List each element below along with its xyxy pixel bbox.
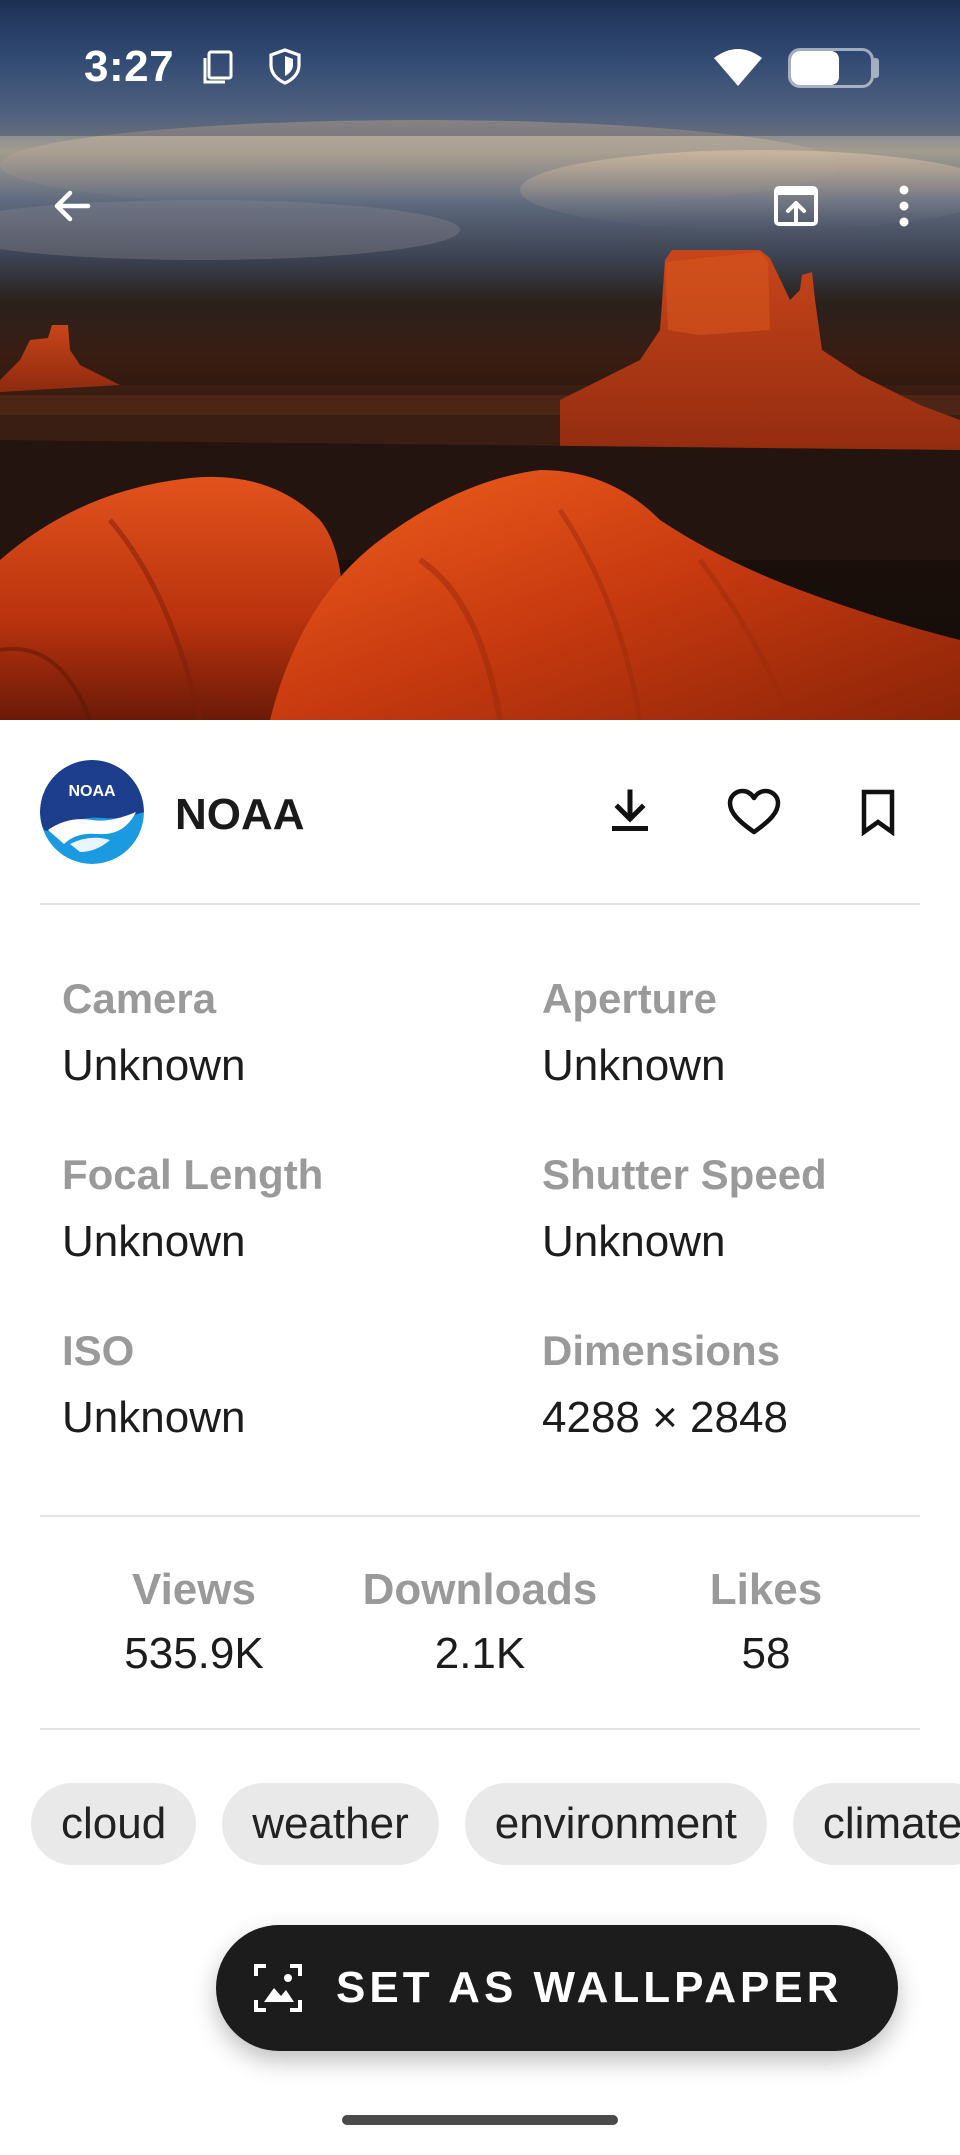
tag-chip[interactable]: cloud bbox=[31, 1783, 197, 1865]
tag-chip[interactable]: climate bbox=[792, 1783, 960, 1865]
exif-label: Camera bbox=[62, 975, 217, 1022]
exif-iso: ISO Unknown bbox=[62, 1327, 482, 1443]
battery-icon bbox=[788, 48, 874, 88]
open-in-browser-icon bbox=[774, 186, 818, 226]
tag-chip[interactable]: weather bbox=[222, 1783, 439, 1865]
stat-label: Downloads bbox=[362, 1565, 598, 1614]
exif-aperture: Aperture Unknown bbox=[542, 975, 960, 1091]
status-bar: 3:27 bbox=[0, 0, 960, 136]
exif-label: Aperture bbox=[542, 975, 718, 1022]
exif-value: 4288 × 2848 bbox=[542, 1393, 788, 1442]
divider bbox=[40, 1515, 920, 1517]
exif-focal-length: Focal Length Unknown bbox=[62, 1151, 482, 1267]
back-button[interactable] bbox=[36, 170, 108, 242]
exif-label: Shutter Speed bbox=[542, 1151, 827, 1198]
download-button[interactable] bbox=[590, 772, 670, 852]
exif-value: Unknown bbox=[62, 1041, 246, 1090]
tag-list[interactable]: cloud weather environment climate bbox=[31, 1783, 960, 1867]
divider bbox=[40, 1728, 920, 1730]
author-row[interactable]: NOAA NOAA bbox=[0, 742, 960, 882]
exif-label: Dimensions bbox=[542, 1327, 781, 1374]
exif-value: Unknown bbox=[62, 1393, 246, 1442]
stat-likes: Likes 58 bbox=[623, 1565, 909, 1679]
exif-dimensions: Dimensions 4288 × 2848 bbox=[542, 1327, 960, 1443]
stat-value: 58 bbox=[741, 1629, 791, 1678]
more-options-button[interactable] bbox=[868, 170, 940, 242]
screenshot-icon bbox=[203, 50, 233, 84]
bookmark-icon bbox=[861, 789, 895, 836]
arrow-left-icon bbox=[54, 190, 91, 222]
hero-photo[interactable]: 3:27 bbox=[0, 0, 960, 720]
open-in-browser-button[interactable] bbox=[760, 170, 832, 242]
stat-value: 535.9K bbox=[124, 1629, 264, 1678]
noaa-logo-text: NOAA bbox=[68, 783, 116, 800]
set-as-wallpaper-button[interactable]: SET AS WALLPAPER bbox=[216, 1925, 898, 2051]
divider bbox=[40, 903, 920, 905]
status-time: 3:27 bbox=[84, 42, 175, 91]
battery-fill bbox=[791, 51, 839, 85]
shield-icon bbox=[269, 48, 301, 85]
wifi-icon bbox=[714, 49, 762, 86]
wallpaper-icon bbox=[254, 1964, 302, 2012]
noaa-logo-icon: NOAA bbox=[40, 760, 144, 864]
exif-label: ISO bbox=[62, 1327, 135, 1374]
exif-value: Unknown bbox=[62, 1217, 246, 1266]
battery-tip bbox=[874, 58, 879, 78]
stat-label: Views bbox=[132, 1565, 256, 1614]
stat-value: 2.1K bbox=[434, 1629, 526, 1678]
more-vert-icon bbox=[899, 185, 909, 227]
exif-shutter-speed: Shutter Speed Unknown bbox=[542, 1151, 960, 1267]
download-icon bbox=[612, 789, 648, 831]
like-button[interactable] bbox=[714, 772, 794, 852]
exif-value: Unknown bbox=[542, 1041, 726, 1090]
author-name[interactable]: NOAA bbox=[175, 790, 305, 840]
bookmark-button[interactable] bbox=[838, 772, 918, 852]
stat-downloads: Downloads 2.1K bbox=[337, 1565, 623, 1679]
author-avatar[interactable]: NOAA bbox=[40, 760, 144, 864]
stat-label: Likes bbox=[709, 1565, 823, 1614]
home-indicator[interactable] bbox=[342, 2115, 618, 2125]
set-as-wallpaper-label: SET AS WALLPAPER bbox=[336, 1963, 843, 2012]
heart-icon bbox=[727, 788, 781, 835]
tag-chip[interactable]: environment bbox=[464, 1783, 767, 1865]
exif-value: Unknown bbox=[542, 1217, 726, 1266]
exif-camera: Camera Unknown bbox=[62, 975, 482, 1091]
exif-label: Focal Length bbox=[62, 1151, 324, 1198]
stat-views: Views 535.9K bbox=[51, 1565, 337, 1679]
